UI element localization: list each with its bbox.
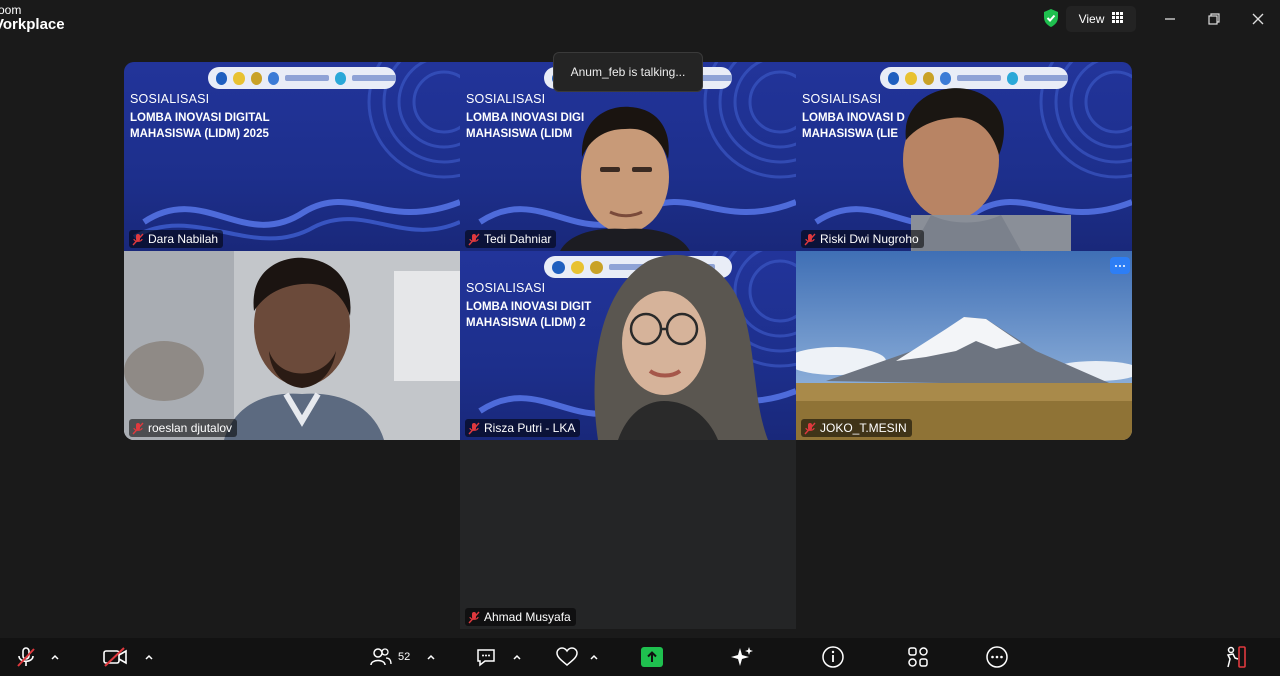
more-icon (986, 646, 1008, 668)
participant-video-background (796, 251, 1132, 440)
participant-name: Dara Nabilah (148, 232, 219, 246)
banner-title: SOSIALISASI (802, 92, 882, 106)
reactions-button[interactable] (555, 644, 579, 670)
participant-name: Tedi Dahniar (484, 232, 552, 246)
banner-title: SOSIALISASI (466, 92, 546, 106)
mic-off-icon (17, 647, 35, 667)
participant-video-person (594, 254, 768, 440)
video-tile-roeslan-djutalov[interactable]: roeslan djutalov (124, 251, 460, 440)
heart-icon (556, 647, 578, 666)
muted-mic-icon (468, 233, 480, 245)
info-icon (822, 646, 844, 668)
mute-button[interactable] (14, 644, 38, 670)
participant-name: Ahmad Musyafa (484, 610, 571, 624)
video-tile-risza-putri[interactable]: SOSIALISASI LOMBA INOVASI DIGIT MAHASISW… (460, 251, 796, 440)
participant-video-person (224, 257, 384, 440)
shield-icon[interactable] (1040, 7, 1062, 29)
banner-subtitle: LOMBA INOVASI DIGITAL MAHASISWA (LIDM) 2… (130, 110, 330, 142)
active-speaker-text: Anum_feb is talking... (570, 65, 686, 79)
muted-mic-icon (468, 422, 480, 434)
video-off-icon (103, 647, 127, 667)
chevron-up-icon (145, 654, 153, 660)
participant-name-tag: Dara Nabilah (129, 230, 224, 248)
app-logo: oom Vorkplace (0, 4, 65, 32)
participant-name: Riski Dwi Nugroho (820, 232, 919, 246)
participant-video-person (903, 88, 1071, 251)
participant-name-tag: JOKO_T.MESIN (801, 419, 912, 437)
view-label: View (1078, 12, 1105, 26)
sponsor-logos (208, 67, 396, 89)
start-video-button[interactable] (102, 644, 128, 670)
banner-title: SOSIALISASI (130, 92, 210, 106)
participant-count: 52 (398, 651, 411, 663)
participant-name-tag: roeslan djutalov (129, 419, 238, 437)
title-bar: oom Vorkplace View (0, 0, 1280, 42)
muted-mic-icon (132, 233, 144, 245)
view-button[interactable]: View (1066, 6, 1136, 32)
chat-icon (477, 649, 495, 667)
chevron-up-icon (427, 654, 435, 660)
muted-mic-icon (132, 422, 144, 434)
meeting-info-button[interactable] (821, 644, 845, 670)
participant-name: roeslan djutalov (148, 421, 233, 435)
apps-button[interactable] (906, 644, 930, 670)
presentation-banner: SOSIALISASI LOMBA INOVASI DIGITAL MAHASI… (124, 62, 460, 251)
apps-icon (908, 647, 928, 667)
meeting-toolbar: 52 (0, 638, 1280, 676)
more-button[interactable] (985, 644, 1009, 670)
more-options-button[interactable] (1110, 257, 1130, 274)
video-grid: SOSIALISASI LOMBA INOVASI DIGITAL MAHASI… (124, 62, 1132, 440)
share-screen-icon (641, 647, 663, 667)
reactions-options-button[interactable] (589, 644, 599, 670)
participant-name: Risza Putri - LKA (484, 421, 576, 435)
active-speaker-toast: Anum_feb is talking... (553, 52, 703, 92)
participant-name-tag: Ahmad Musyafa (465, 608, 576, 626)
banner-subtitle-line2: MAHASISWA (LIDM) 2025 (130, 128, 269, 140)
participant-name-tag: Tedi Dahniar (465, 230, 557, 248)
app-title-line1: oom (0, 3, 22, 17)
chevron-up-icon (513, 654, 521, 660)
ai-companion-button[interactable] (730, 644, 754, 670)
video-tile-riski-dwi-nugroho[interactable]: SOSIALISASI LOMBA INOVASI D MAHASISWA (L… (796, 62, 1132, 251)
video-tile-joko-t-mesin[interactable]: JOKO_T.MESIN (796, 251, 1132, 440)
participants-options-button[interactable] (426, 644, 436, 670)
leave-icon (1226, 646, 1246, 668)
muted-mic-icon (804, 422, 816, 434)
chat-button[interactable] (474, 644, 498, 670)
muted-mic-icon (804, 233, 816, 245)
chat-options-button[interactable] (512, 644, 522, 670)
restore-icon[interactable] (1204, 9, 1224, 29)
video-options-button[interactable] (144, 644, 154, 670)
banner-subtitle-line1: LOMBA INOVASI DIGITAL (130, 112, 270, 124)
chevron-up-icon (590, 654, 598, 660)
participants-button[interactable]: 52 (370, 644, 410, 670)
participant-name-tag: Risza Putri - LKA (465, 419, 581, 437)
sparkle-icon (731, 647, 753, 666)
video-tile-ahmad-musyafa[interactable]: Ahmad Musyafa (460, 440, 796, 629)
muted-mic-icon (468, 611, 480, 623)
close-icon[interactable] (1248, 9, 1268, 29)
audio-options-button[interactable] (50, 644, 60, 670)
share-screen-button[interactable] (640, 644, 664, 670)
video-tile-dara-nabilah[interactable]: SOSIALISASI LOMBA INOVASI DIGITAL MAHASI… (124, 62, 460, 251)
banner-title: SOSIALISASI (466, 281, 546, 295)
app-title-line2: Vorkplace (0, 16, 65, 33)
leave-button[interactable] (1222, 644, 1246, 670)
participant-name: JOKO_T.MESIN (820, 421, 907, 435)
chevron-up-icon (51, 654, 59, 660)
participant-name-tag: Riski Dwi Nugroho (801, 230, 924, 248)
video-stage: SOSIALISASI LOMBA INOVASI DIGITAL MAHASI… (0, 42, 1280, 638)
minimize-icon[interactable] (1160, 9, 1180, 29)
participant-video-person (560, 106, 690, 251)
grid-icon (1112, 12, 1124, 26)
participants-icon (370, 648, 392, 666)
